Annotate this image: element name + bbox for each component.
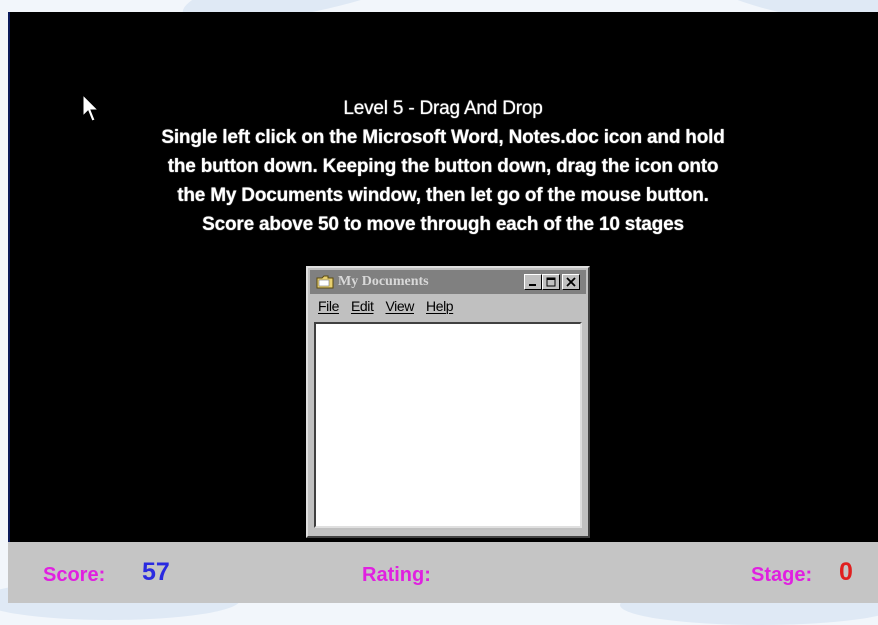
window-titlebar[interactable]: My Documents: [310, 270, 586, 294]
stage-label: Stage:: [751, 564, 813, 586]
folder-icon: [316, 275, 334, 289]
instruction-line: Single left click on the Microsoft Word,…: [161, 127, 725, 148]
menu-file[interactable]: File: [318, 298, 339, 314]
level-title: Level 5 - Drag And Drop: [343, 98, 543, 119]
maximize-button[interactable]: [542, 274, 560, 290]
window-title: My Documents: [338, 274, 429, 289]
minimize-icon: [529, 284, 536, 286]
status-bar: Score: 57 Rating: Stage: 0: [8, 542, 878, 603]
score-label: Score:: [43, 564, 106, 586]
maximize-icon: [546, 277, 556, 287]
drop-target-area[interactable]: [314, 322, 582, 528]
instruction-line: the button down. Keeping the button down…: [167, 156, 719, 177]
menu-edit[interactable]: Edit: [351, 298, 374, 314]
game-area[interactable]: Level 5 - Drag And Drop Single left clic…: [8, 12, 878, 603]
menu-view[interactable]: View: [386, 298, 415, 314]
close-icon: [566, 277, 576, 287]
stage-value: 0: [839, 558, 853, 586]
window-menubar: File Edit View Help: [318, 298, 454, 314]
minimize-button[interactable]: [524, 274, 542, 290]
close-button[interactable]: [562, 274, 580, 290]
score-value: 57: [142, 558, 170, 586]
rating-label: Rating:: [362, 564, 431, 586]
instruction-line: Score above 50 to move through each of t…: [202, 214, 684, 235]
menu-help[interactable]: Help: [426, 298, 454, 314]
frame-edge: [8, 12, 10, 542]
instructions: Level 5 - Drag And Drop Single left clic…: [8, 94, 878, 239]
instruction-line: the My Documents window, then let go of …: [177, 185, 709, 206]
my-documents-window[interactable]: My Documents File Edit View Help: [306, 266, 590, 538]
window-controls: [524, 274, 580, 290]
